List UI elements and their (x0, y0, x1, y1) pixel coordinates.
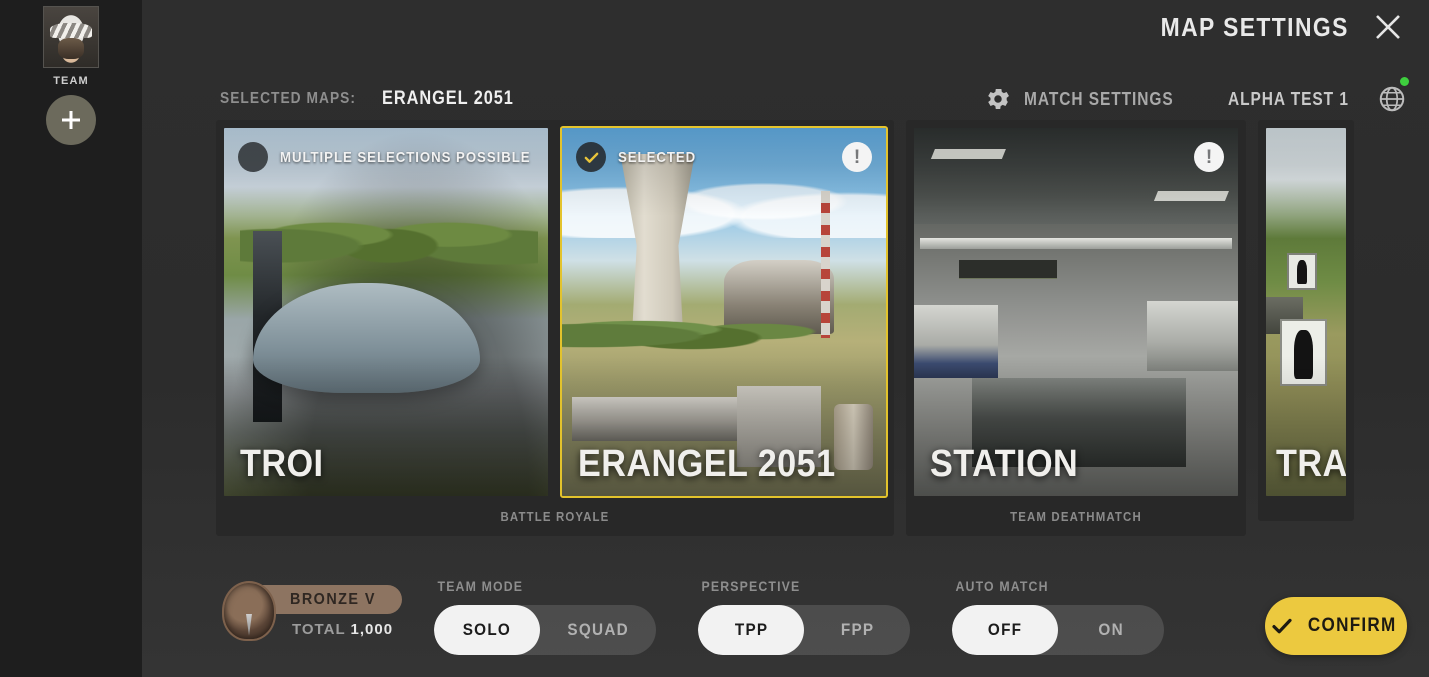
plus-icon (62, 111, 80, 129)
add-team-member-button[interactable] (46, 95, 96, 145)
selected-maps-label: SELECTED MAPS: (220, 90, 357, 107)
map-card-station[interactable]: ! STATION (912, 126, 1240, 498)
check-icon (584, 152, 598, 163)
multiple-selection-hint: MULTIPLE SELECTIONS POSSIBLE (280, 148, 531, 166)
info-icon[interactable]: ! (842, 142, 872, 172)
map-settings-screen: TEAM MAP SETTINGS SELECTED MAPS: ERANGEL… (0, 0, 1429, 677)
title-bar: MAP SETTINGS (1135, 10, 1405, 44)
globe-icon (1379, 86, 1405, 112)
close-button[interactable] (1371, 10, 1405, 44)
selected-check-circle[interactable] (576, 142, 606, 172)
map-card-top-bar: SELECTED ! (562, 128, 886, 186)
match-settings-label: MATCH SETTINGS (1024, 88, 1175, 109)
info-icon[interactable]: ! (1194, 142, 1224, 172)
auto-match-option-off[interactable]: OFF (952, 605, 1059, 655)
confirm-label: CONFIRM (1308, 615, 1397, 636)
server-status-dot (1400, 77, 1409, 86)
auto-match-toggle[interactable]: OFF ON (952, 605, 1165, 655)
perspective-toggle[interactable]: TPP FPP (698, 605, 911, 655)
team-mode-caption: TEAM MODE (437, 578, 524, 594)
map-group-mode-label (1269, 498, 1343, 521)
check-icon (1272, 618, 1292, 634)
map-card-troi[interactable]: MULTIPLE SELECTIONS POSSIBLE ! TROI (222, 126, 550, 498)
map-card-name: TROI (240, 443, 324, 485)
close-icon (1376, 15, 1400, 39)
perspective-group: PERSPECTIVE TPP FPP (698, 578, 911, 655)
thumbnail-shade (1266, 128, 1346, 496)
avatar-portrait (44, 7, 98, 67)
map-group-mode-label: TEAM DEATHMATCH (1010, 509, 1142, 524)
perspective-tpp-label: TPP (734, 620, 769, 639)
auto-match-group: AUTO MATCH OFF ON (952, 578, 1165, 655)
empty-circle-icon[interactable] (238, 142, 268, 172)
map-group-battle-royale: MULTIPLE SELECTIONS POSSIBLE ! TROI (216, 120, 894, 536)
rank-total-label: TOTAL (292, 621, 346, 638)
rank-tier-label: BRONZE V (290, 590, 376, 608)
team-mode-squad-label: SQUAD (567, 620, 629, 639)
confirm-button[interactable]: CONFIRM (1265, 597, 1407, 655)
team-mode-option-squad[interactable]: SQUAD (540, 605, 656, 655)
perspective-option-fpp[interactable]: FPP (804, 605, 910, 655)
map-groups: MULTIPLE SELECTIONS POSSIBLE ! TROI (216, 120, 1354, 536)
map-card-name: TRA (1276, 443, 1348, 485)
auto-match-option-on[interactable]: ON (1058, 605, 1164, 655)
server-selector[interactable]: ALPHA TEST 1 (1228, 77, 1409, 114)
team-sidebar: TEAM (0, 0, 142, 677)
team-mode-solo-label: SOLO (462, 620, 512, 639)
map-group-team-deathmatch: ! STATION TEAM DEATHMATCH (906, 120, 1246, 536)
match-settings-button[interactable]: MATCH SETTINGS (984, 85, 1198, 113)
map-card-name: ERANGEL 2051 (578, 443, 836, 485)
team-mode-toggle[interactable]: SOLO SQUAD (434, 605, 657, 655)
map-card-training[interactable]: TRA (1264, 126, 1348, 498)
avatar[interactable] (43, 6, 99, 68)
rank-total-value: 1,000 (350, 621, 394, 638)
auto-match-off-label: OFF (988, 620, 1023, 639)
map-card-top-bar: MULTIPLE SELECTIONS POSSIBLE ! (224, 128, 548, 186)
team-label: TEAM (53, 75, 89, 87)
perspective-caption: PERSPECTIVE (701, 578, 801, 594)
auto-match-on-label: ON (1098, 620, 1125, 639)
group-cards: MULTIPLE SELECTIONS POSSIBLE ! TROI (222, 126, 888, 498)
selected-maps-value: ERANGEL 2051 (382, 88, 515, 109)
perspective-option-tpp[interactable]: TPP (698, 605, 805, 655)
team-mode-option-solo[interactable]: SOLO (434, 605, 540, 655)
group-cards: TRA (1264, 126, 1348, 498)
map-group-mode-label: BATTLE ROYALE (500, 509, 610, 524)
rank-medal-icon (222, 581, 276, 641)
map-card-name: STATION (930, 443, 1079, 485)
header-row: SELECTED MAPS: ERANGEL 2051 MATCH SETTIN… (220, 77, 1409, 116)
page-title: MAP SETTINGS (1160, 11, 1349, 42)
group-cards: ! STATION (912, 126, 1240, 498)
rank-badge[interactable]: BRONZE V TOTAL 1,000 (216, 581, 402, 655)
auto-match-caption: AUTO MATCH (955, 578, 1050, 594)
map-group-next-partial: TRA (1258, 120, 1354, 521)
server-label: ALPHA TEST 1 (1228, 88, 1350, 109)
map-card-top-bar: ! (914, 128, 1238, 186)
header-right-controls: MATCH SETTINGS ALPHA TEST 1 (984, 77, 1409, 114)
perspective-fpp-label: FPP (840, 620, 875, 639)
rank-total: TOTAL 1,000 (292, 621, 393, 638)
gear-icon (988, 88, 1010, 110)
selected-label: SELECTED (618, 148, 697, 166)
map-card-erangel-2051[interactable]: SELECTED ! ERANGEL 2051 (560, 126, 888, 498)
team-mode-group: TEAM MODE SOLO SQUAD (434, 578, 657, 655)
bottom-bar: BRONZE V TOTAL 1,000 TEAM MODE SOLO SQUA… (216, 559, 1407, 655)
